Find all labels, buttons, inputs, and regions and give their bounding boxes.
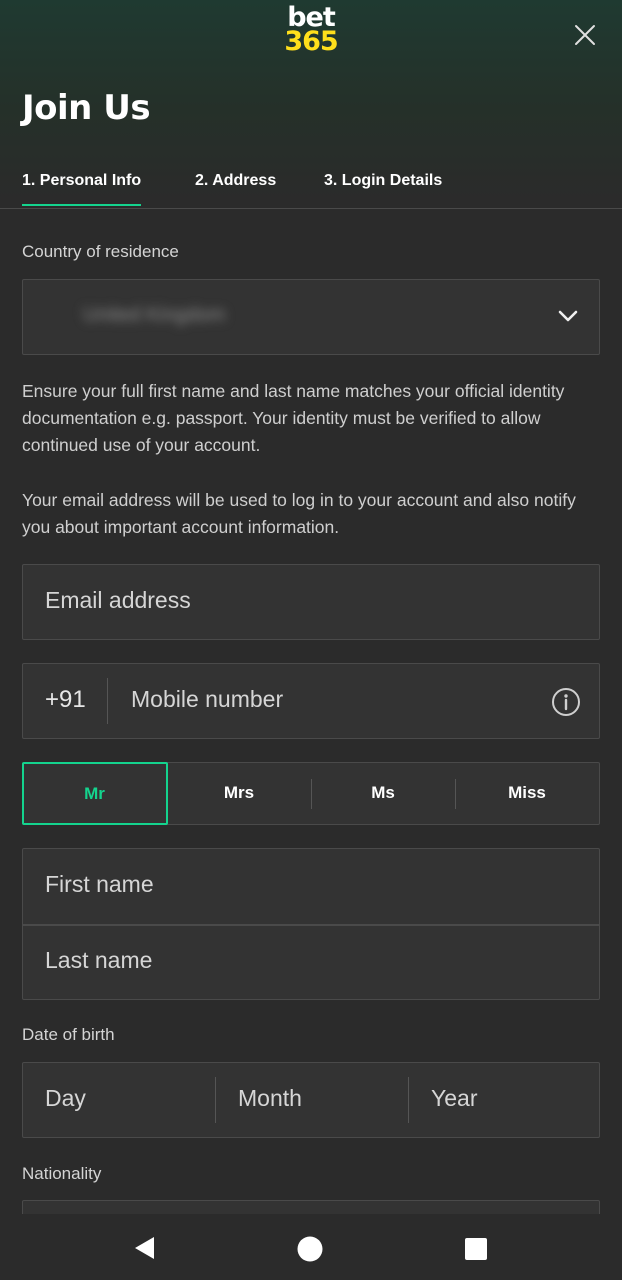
dob-year-placeholder: Year — [431, 1085, 478, 1111]
name-fields: First name Last name — [22, 848, 600, 1000]
logo-text-365: 365 — [284, 26, 338, 57]
chevron-down-icon — [557, 308, 579, 324]
close-icon[interactable] — [574, 24, 596, 46]
email-notice: Your email address will be used to log i… — [22, 490, 576, 537]
nationality-label: Nationality — [22, 1164, 102, 1183]
first-name-placeholder: First name — [45, 871, 154, 897]
country-code-prefix[interactable]: +91 — [45, 686, 86, 714]
country-label: Country of residence — [22, 242, 179, 261]
dob-year-input[interactable]: Year — [409, 1063, 599, 1136]
email-placeholder: Email address — [45, 587, 191, 613]
dob-day-placeholder: Day — [45, 1085, 86, 1111]
title-selector: Mr Mrs Ms Miss — [21, 761, 600, 825]
back-triangle-icon[interactable] — [132, 1236, 156, 1265]
recents-square-icon[interactable] — [465, 1238, 487, 1265]
dob-field: Day Month Year — [22, 1062, 600, 1138]
info-icon[interactable] — [551, 687, 581, 717]
title-option-mrs[interactable]: Mrs — [167, 763, 311, 823]
top-bar: bet 365 — [0, 0, 622, 84]
dob-day-input[interactable]: Day — [23, 1063, 215, 1136]
page-title: Join Us — [22, 88, 151, 128]
country-select[interactable]: United Kingdom — [22, 279, 600, 355]
mobile-placeholder: Mobile number — [131, 686, 284, 712]
dob-month-placeholder: Month — [238, 1085, 302, 1111]
join-page: bet 365 Join Us 1. Personal Info 2. Addr… — [0, 0, 622, 1214]
android-nav-bar — [0, 1214, 622, 1280]
title-option-mr[interactable]: Mr — [21, 761, 168, 825]
prefix-divider — [107, 678, 108, 724]
first-name-field[interactable]: First name — [23, 849, 599, 924]
last-name-field[interactable]: Last name — [23, 925, 599, 1000]
dob-month-input[interactable]: Month — [216, 1063, 408, 1136]
email-field[interactable]: Email address — [22, 564, 600, 640]
title-option-miss[interactable]: Miss — [455, 763, 599, 823]
identity-notice: Ensure your full first name and last nam… — [22, 381, 565, 455]
country-value: United Kingdom — [83, 304, 226, 326]
step-tabs: 1. Personal Info 2. Address 3. Login Det… — [0, 160, 622, 209]
tab-login-details[interactable]: 3. Login Details — [324, 172, 442, 204]
mobile-field[interactable]: +91 Mobile number — [22, 663, 600, 739]
tab-address[interactable]: 2. Address — [195, 172, 276, 204]
last-name-placeholder: Last name — [45, 947, 153, 973]
tab-personal-info[interactable]: 1. Personal Info — [22, 172, 142, 206]
dob-label: Date of birth — [22, 1025, 115, 1044]
nationality-select[interactable] — [22, 1200, 600, 1214]
title-option-ms[interactable]: Ms — [311, 763, 455, 823]
home-circle-icon[interactable] — [297, 1236, 323, 1267]
bet365-logo: bet 365 — [0, 4, 622, 57]
